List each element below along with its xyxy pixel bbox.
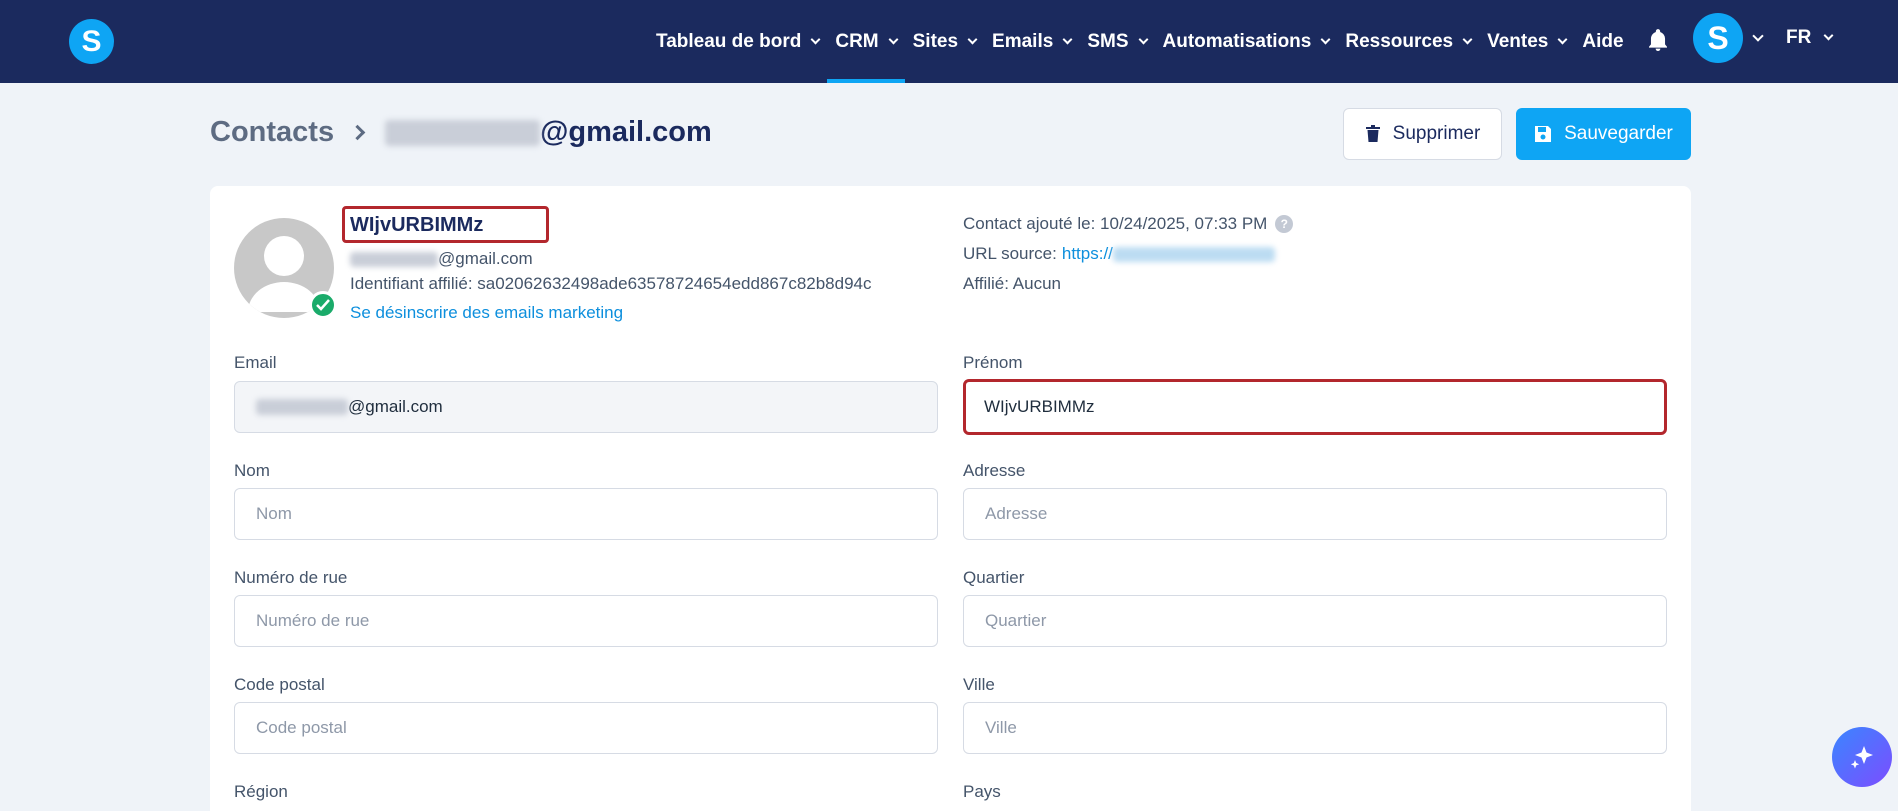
ville-label: Ville (963, 675, 995, 694)
added-label: Contact ajouté le: 10/24/2025, 07:33 PM (963, 214, 1268, 233)
chevron-down-icon (810, 34, 821, 44)
code-postal-field[interactable] (234, 702, 938, 754)
contact-email-domain: @gmail.com (438, 249, 533, 268)
save-button[interactable]: Sauvegarder (1516, 108, 1691, 160)
contact-email: @gmail.com (350, 249, 533, 269)
chevron-down-icon (1462, 34, 1473, 44)
adresse-field[interactable] (963, 488, 1667, 540)
chevron-down-icon[interactable] (1752, 30, 1764, 42)
nav-item-ressources[interactable]: Ressources (1337, 0, 1479, 83)
contact-name: WIjvURBIMMz (342, 206, 549, 243)
redacted-text (385, 119, 541, 146)
source-url-prefix: https:// (1061, 244, 1113, 263)
nav-label: Automatisations (1162, 30, 1312, 52)
chevron-down-icon (1138, 34, 1148, 44)
nav-label: Emails (992, 30, 1054, 52)
nav-item-emails[interactable]: Emails (984, 0, 1079, 83)
numero-label: Numéro de rue (234, 568, 348, 587)
source-url: URL source: https:// (963, 244, 1275, 264)
redacted-text (350, 251, 438, 267)
unsubscribe-link[interactable]: Se désinscrire des emails marketing (350, 303, 623, 323)
source-url-link[interactable]: https:// (1062, 244, 1275, 264)
nom-label: Nom (234, 461, 270, 480)
language-selector[interactable]: FR (1786, 27, 1834, 49)
chevron-down-icon (1320, 34, 1331, 44)
delete-label: Supprimer (1392, 123, 1481, 144)
chevron-down-icon (1557, 34, 1568, 44)
nom-field[interactable] (234, 488, 938, 540)
chevron-right-icon (349, 124, 366, 141)
trash-icon (1365, 125, 1381, 143)
save-icon (1534, 125, 1552, 143)
save-label: Sauvegarder (1564, 123, 1673, 144)
contact-avatar (234, 218, 337, 319)
top-navbar: S Tableau de bord CRM Sites Emails SMS A… (0, 0, 1898, 83)
nav-label: Ventes (1487, 30, 1549, 52)
nav-item-sms[interactable]: SMS (1079, 0, 1154, 83)
delete-button[interactable]: Supprimer (1343, 108, 1502, 160)
chevron-down-icon (1062, 34, 1073, 44)
source-label: URL source: (963, 244, 1057, 263)
breadcrumb-email-domain: @gmail.com (540, 116, 712, 148)
quartier-field[interactable] (963, 595, 1667, 647)
prenom-field[interactable] (963, 379, 1667, 435)
nav-item-crm[interactable]: CRM (827, 0, 905, 83)
nav-item-tableau-de-bord[interactable]: Tableau de bord (648, 0, 827, 83)
logo[interactable]: S (69, 19, 114, 64)
nav-label: Tableau de bord (656, 30, 802, 52)
prenom-label: Prénom (963, 353, 1023, 372)
nav-label: Sites (912, 30, 959, 52)
nav-label: CRM (835, 30, 879, 52)
contact-added-date: Contact ajouté le: 10/24/2025, 07:33 PM … (963, 214, 1294, 234)
ai-assistant-button[interactable] (1832, 727, 1892, 787)
nav-item-ventes[interactable]: Ventes (1479, 0, 1574, 83)
user-avatar[interactable]: S (1693, 13, 1743, 63)
nav-item-automatisations[interactable]: Automatisations (1155, 0, 1338, 83)
email-domain: @gmail.com (348, 397, 443, 416)
email-label: Email (234, 353, 277, 372)
sparkles-icon (1850, 746, 1873, 769)
nav-label: Aide (1582, 30, 1624, 52)
breadcrumb-current: @gmail.com (385, 116, 712, 149)
adresse-label: Adresse (963, 461, 1026, 480)
ville-field[interactable] (963, 702, 1667, 754)
language-label: FR (1786, 27, 1812, 48)
main-menu: Tableau de bord CRM Sites Emails SMS Aut… (648, 0, 1632, 83)
email-field[interactable]: @gmail.com (234, 381, 938, 433)
bell-icon[interactable] (1645, 27, 1671, 53)
region-label: Région (234, 782, 288, 801)
affiliate-id: Identifiant affilié: sa02062632498ade635… (350, 274, 872, 293)
breadcrumb: Contacts @gmail.com (210, 116, 712, 149)
code-postal-label: Code postal (234, 675, 325, 694)
affiliate-status: Affilié: Aucun (963, 274, 1061, 293)
breadcrumb-contacts[interactable]: Contacts (210, 116, 334, 149)
redacted-text (1112, 246, 1275, 262)
redacted-text (256, 399, 348, 415)
pays-label: Pays (963, 782, 1001, 801)
nav-label: Ressources (1345, 30, 1454, 52)
contact-card: WIjvURBIMMz @gmail.com Identifiant affil… (210, 186, 1691, 811)
nav-label: SMS (1087, 30, 1129, 52)
numero-field[interactable] (234, 595, 938, 647)
nav-item-aide[interactable]: Aide (1574, 0, 1631, 83)
chevron-down-icon (888, 34, 899, 44)
chevron-down-icon (967, 34, 978, 44)
chevron-down-icon (1823, 30, 1834, 41)
quartier-label: Quartier (963, 568, 1025, 587)
check-circle-icon (309, 291, 337, 319)
help-icon[interactable]: ? (1275, 215, 1294, 233)
nav-item-sites[interactable]: Sites (905, 0, 984, 83)
